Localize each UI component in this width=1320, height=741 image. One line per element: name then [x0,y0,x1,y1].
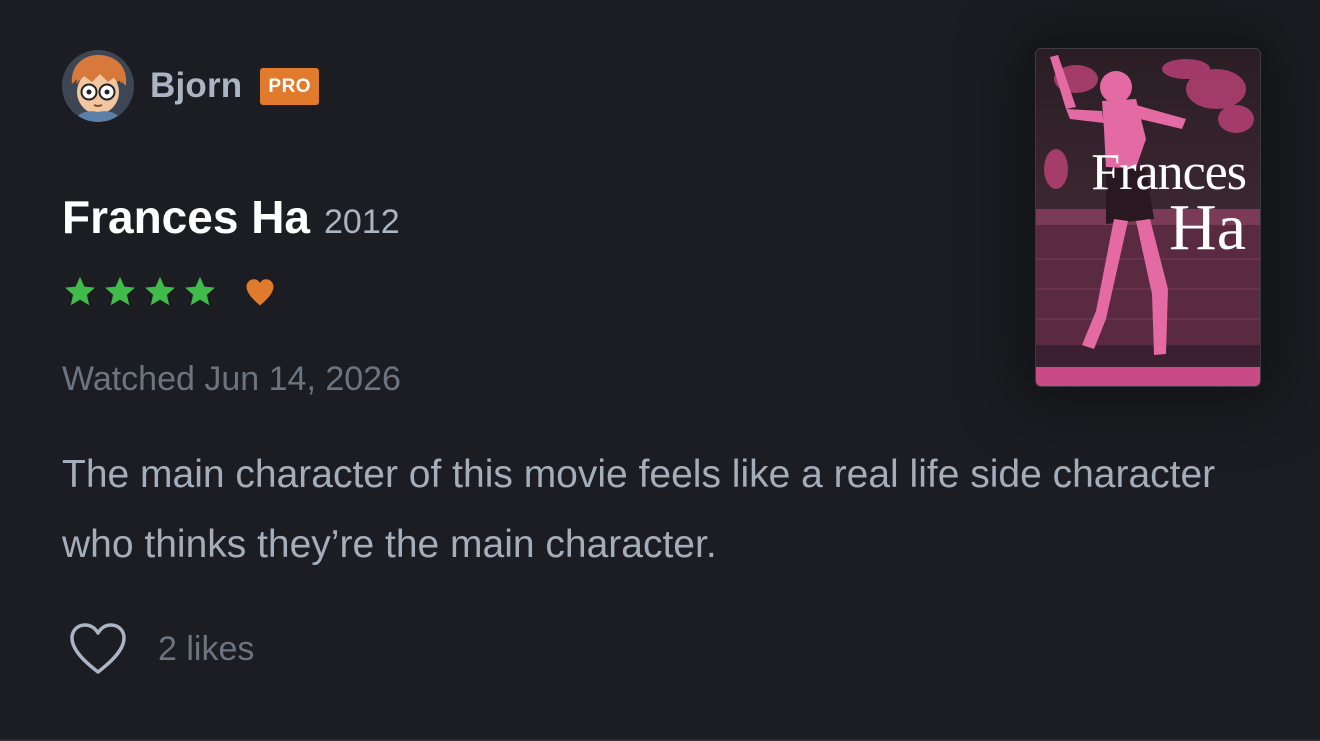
film-poster[interactable]: Frances Ha [1035,48,1261,387]
likes-row: 2 likes [68,622,254,676]
username[interactable]: Bjorn [150,66,242,106]
star-icon [145,276,175,306]
likes-count[interactable]: 2 likes [158,630,254,669]
film-title[interactable]: Frances Ha [62,190,310,244]
watched-date: Watched Jun 14, 2026 [62,360,401,398]
avatar[interactable] [62,50,134,122]
review-author[interactable]: Bjorn PRO [62,50,320,122]
review-card: Bjorn PRO Frances Ha 2012 Watched Jun 14… [0,0,1320,741]
film-heading: Frances Ha 2012 [62,190,400,244]
heart-filled-icon [246,279,274,306]
film-year[interactable]: 2012 [324,203,400,242]
star-icon [185,276,215,306]
heart-outline-icon[interactable] [68,622,128,676]
pro-badge: PRO [260,67,320,105]
star-rating [62,274,222,310]
star-icon [65,276,95,306]
star-icon [105,276,135,306]
rating [62,274,278,310]
review-body: The main character of this movie feels l… [62,453,1216,566]
poster-title-line-2: Ha [1169,191,1246,264]
